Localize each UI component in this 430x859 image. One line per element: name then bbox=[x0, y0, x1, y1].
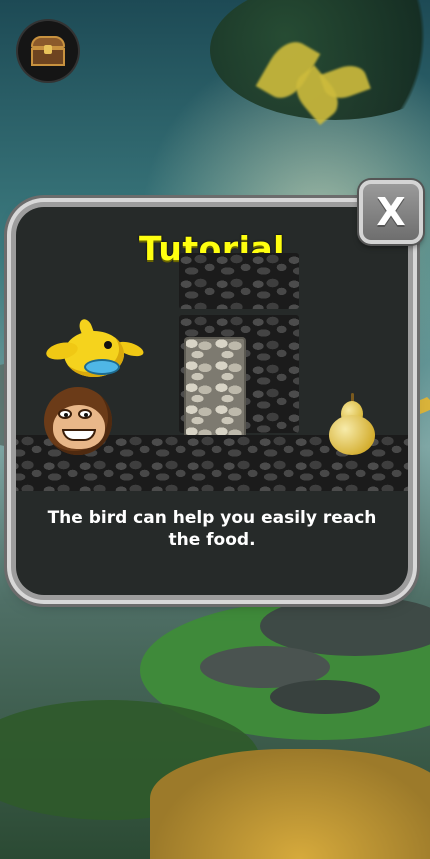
sand-mound bbox=[150, 749, 430, 859]
treasure-chest-icon bbox=[31, 36, 65, 66]
tutorial-dialog: Tutorial The bird can help you easily re… bbox=[16, 207, 408, 595]
tutorial-message: The bird can help you easily reach the f… bbox=[47, 508, 377, 550]
monkey-character-icon bbox=[44, 387, 112, 455]
close-button[interactable]: X bbox=[359, 180, 423, 244]
pear-food-icon bbox=[327, 393, 379, 457]
bird-character-icon bbox=[44, 317, 146, 391]
treasure-chest-button[interactable] bbox=[18, 21, 78, 81]
close-icon: X bbox=[376, 190, 406, 234]
stone-column-top bbox=[179, 253, 299, 309]
